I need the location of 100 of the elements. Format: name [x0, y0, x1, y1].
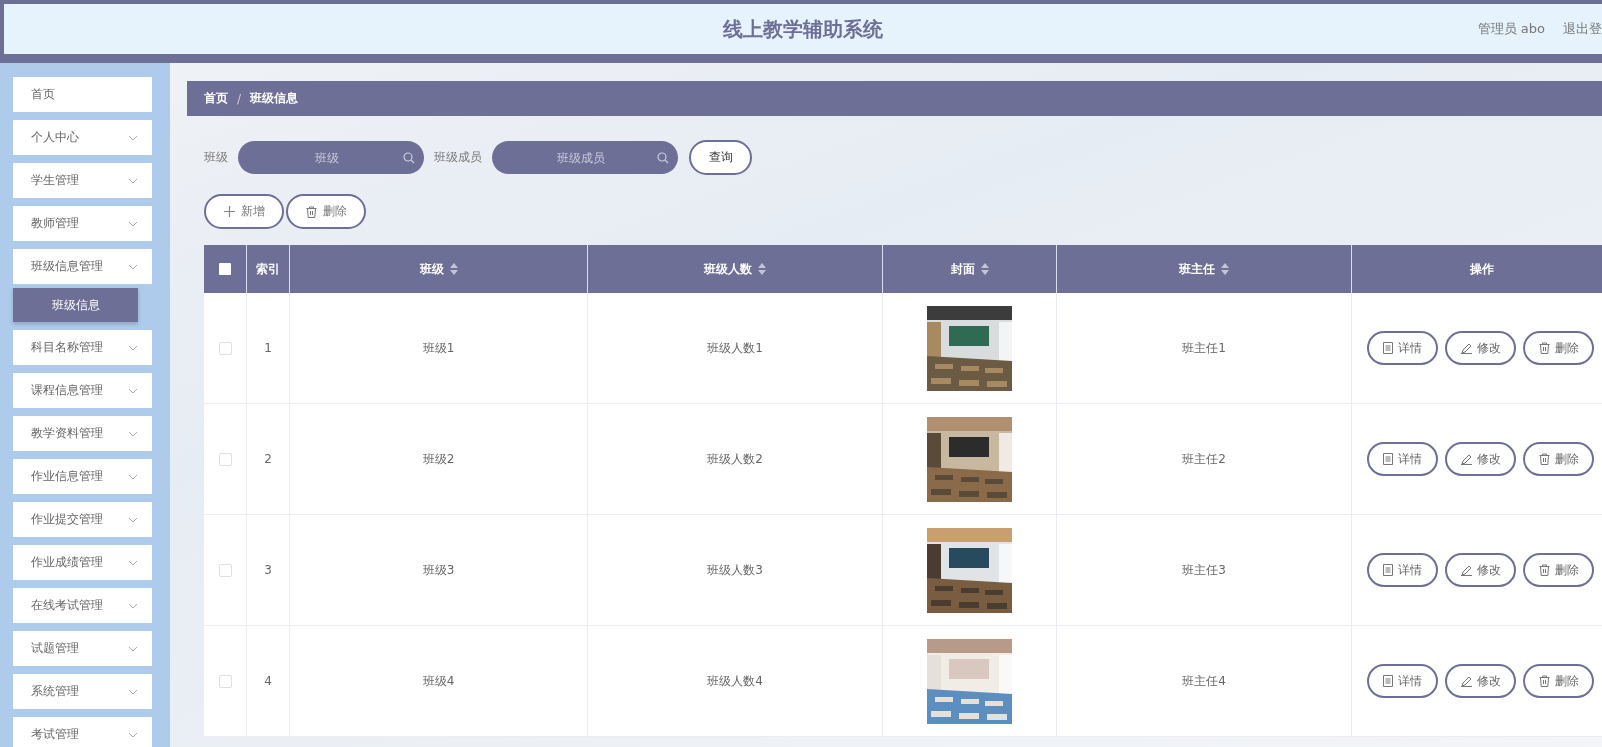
table-cell: 班级人数2: [707, 450, 763, 468]
chevron-icon: [128, 731, 138, 738]
query-button[interactable]: 查询: [689, 140, 752, 175]
chevron-icon: [128, 220, 138, 227]
chevron-icon: [128, 430, 138, 437]
field-label: 班级: [204, 149, 228, 166]
document-icon: [1383, 675, 1393, 687]
user-label: 管理员 abo: [1477, 20, 1545, 38]
pencil-icon: [1460, 564, 1472, 576]
column-header: 班主任: [1179, 260, 1215, 278]
table-cell: 班级3: [422, 561, 455, 579]
delete-button[interactable]: 删除: [1523, 553, 1594, 587]
logout-link[interactable]: 退出登: [1563, 20, 1602, 38]
breadcrumb-link[interactable]: 首页: [204, 90, 228, 107]
edit-button[interactable]: 修改: [1445, 331, 1516, 365]
sidebar-item[interactable]: 作业成绩管理: [13, 545, 152, 580]
document-icon: [1383, 342, 1393, 354]
row-checkbox[interactable]: [218, 341, 232, 355]
chevron-icon: [128, 177, 138, 184]
sidebar-item[interactable]: 课程信息管理: [13, 373, 152, 408]
table-cell: 班级1: [422, 339, 455, 357]
sidebar-item[interactable]: 首页: [13, 77, 152, 112]
breadcrumb-link[interactable]: 班级信息: [250, 90, 299, 107]
table-cell: 2: [264, 452, 272, 466]
table-cell: 4: [264, 674, 272, 688]
trash-icon: [1538, 675, 1550, 687]
chevron-icon: [128, 516, 138, 523]
chevron-icon: [128, 134, 138, 141]
column-header: 班级: [419, 260, 444, 278]
column-header: 封面: [950, 260, 975, 278]
details-button[interactable]: 详情: [1367, 331, 1438, 365]
sort-icon[interactable]: [758, 263, 766, 275]
sidebar-item[interactable]: 科目名称管理: [13, 330, 152, 365]
chevron-icon: [128, 602, 138, 609]
table-cell: 1: [264, 341, 272, 355]
breadcrumb-separator: /: [237, 91, 242, 106]
sidebar-item[interactable]: 在线考试管理: [13, 588, 152, 623]
row-checkbox[interactable]: [218, 674, 232, 688]
document-icon: [1383, 453, 1393, 465]
sort-icon[interactable]: [980, 263, 989, 275]
trash-icon: [1538, 342, 1550, 354]
chevron-icon: [128, 387, 138, 394]
sidebar-item[interactable]: 系统管理: [13, 674, 152, 709]
sidebar-item[interactable]: 教师管理: [13, 206, 152, 241]
chevron-icon: [128, 645, 138, 652]
sidebar-item[interactable]: 班级信息管理: [13, 249, 152, 284]
table-cell: 班级人数4: [707, 672, 763, 690]
pencil-icon: [1460, 675, 1472, 687]
document-icon: [1383, 564, 1393, 576]
edit-button[interactable]: 修改: [1445, 442, 1516, 476]
table-cell: 班级人数3: [707, 561, 763, 579]
chevron-icon: [128, 559, 138, 566]
field-label: 班级成员: [434, 149, 482, 166]
chevron-icon: [128, 263, 138, 270]
details-button[interactable]: 详情: [1367, 664, 1438, 698]
sort-icon[interactable]: [449, 263, 458, 275]
trash-icon: [305, 205, 317, 218]
search-field[interactable]: 班级成员: [492, 141, 678, 174]
sidebar-subitem[interactable]: 班级信息: [13, 288, 138, 322]
select-all-checkbox[interactable]: [219, 263, 231, 275]
details-button[interactable]: 详情: [1367, 553, 1438, 587]
sidebar-item[interactable]: 个人中心: [13, 120, 152, 155]
delete-button[interactable]: 删除: [1523, 331, 1594, 365]
add-button[interactable]: 新增: [204, 194, 284, 229]
column-header: 索引: [256, 260, 280, 278]
details-button[interactable]: 详情: [1367, 442, 1438, 476]
search-icon: [403, 152, 415, 164]
trash-icon: [1538, 564, 1550, 576]
table-cell: 班主任1: [1182, 339, 1226, 357]
table-cell: 班主任4: [1182, 672, 1226, 690]
delete-button[interactable]: 删除: [1523, 442, 1594, 476]
row-checkbox[interactable]: [218, 563, 232, 577]
column-header: 操作: [1469, 260, 1494, 278]
table-cell: 班级4: [422, 672, 455, 690]
chevron-icon: [128, 688, 138, 695]
pencil-icon: [1460, 342, 1472, 354]
sidebar-item[interactable]: 作业提交管理: [13, 502, 152, 537]
chevron-icon: [128, 344, 138, 351]
sidebar-item[interactable]: 学生管理: [13, 163, 152, 198]
chevron-icon: [128, 473, 138, 480]
app-title: 线上教学辅助系统: [723, 15, 883, 43]
edit-button[interactable]: 修改: [1445, 553, 1516, 587]
edit-button[interactable]: 修改: [1445, 664, 1516, 698]
pencil-icon: [1460, 453, 1472, 465]
sort-icon[interactable]: [1221, 263, 1229, 275]
table-cell: 班级人数1: [707, 339, 763, 357]
table-cell: 班级2: [422, 450, 455, 468]
table-cell: 班主任2: [1182, 450, 1226, 468]
row-checkbox[interactable]: [218, 452, 232, 466]
trash-icon: [1538, 453, 1550, 465]
plus-icon: [223, 206, 235, 217]
search-field[interactable]: 班级: [238, 141, 424, 174]
column-header: 班级人数: [704, 260, 752, 278]
delete-button[interactable]: 删除: [1523, 664, 1594, 698]
delete-button[interactable]: 删除: [286, 194, 366, 229]
sidebar-item[interactable]: 教学资料管理: [13, 416, 152, 451]
sidebar-item[interactable]: 作业信息管理: [13, 459, 152, 494]
sidebar-item[interactable]: 试题管理: [13, 631, 152, 666]
sidebar-item[interactable]: 考试管理: [13, 717, 152, 747]
table-cell: 班主任3: [1182, 561, 1226, 579]
